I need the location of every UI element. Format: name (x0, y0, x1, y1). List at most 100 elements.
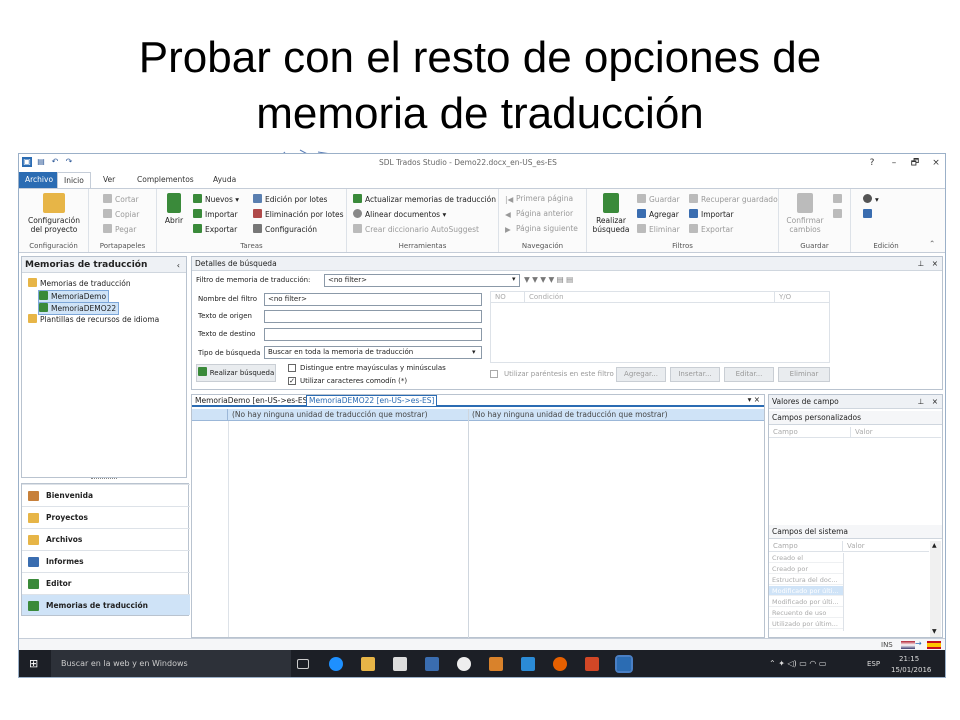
tree-root-tm[interactable]: Memorias de traducción (28, 278, 131, 289)
parentheses-checkbox[interactable] (490, 370, 498, 378)
clock-date[interactable]: 15/01/2016 (891, 665, 931, 675)
taskbar-search-box[interactable]: Buscar en la web y en Windows (51, 650, 291, 677)
trados-taskbar-icon[interactable] (615, 655, 633, 673)
delete-condition-button[interactable]: Eliminar (778, 367, 830, 382)
open-button[interactable]: Abrir (163, 193, 185, 225)
undo-icon[interactable]: ↶ (50, 157, 60, 167)
export-filter-button[interactable]: Exportar (689, 224, 733, 235)
replace-button[interactable] (863, 209, 875, 220)
chevron-down-icon[interactable]: ▾ (512, 274, 516, 284)
batch-edit-button[interactable]: Edición por lotes (253, 194, 327, 205)
nav-editor[interactable]: Editor (22, 572, 190, 593)
add-condition-button[interactable]: Agregar... (616, 367, 666, 382)
add-filter-button[interactable]: Agregar (637, 209, 679, 220)
scroll-down-icon[interactable]: ▼ (932, 627, 937, 637)
redo-icon[interactable]: ↷ (64, 157, 74, 167)
align-button[interactable]: Alinear documentos ▾ (353, 209, 446, 220)
scroll-up-icon[interactable]: ▲ (932, 541, 937, 551)
autosuggest-button[interactable]: Crear diccionario AutoSuggest (353, 224, 479, 235)
system-fields-scrollbar[interactable]: ▲ ▼ (930, 541, 941, 637)
save-filter-button[interactable]: Guardar (637, 194, 680, 205)
tab-addins[interactable]: Complementos (131, 172, 200, 188)
search-type-select[interactable]: Buscar en toda la memoria de traducción (264, 346, 482, 359)
perform-search-ribbon-button[interactable]: Realizar búsqueda (589, 193, 633, 234)
perform-search-button[interactable]: Realizar búsqueda (196, 364, 276, 382)
tab-memoriademo[interactable]: MemoriaDemo [en-US->es-ES] (195, 396, 310, 406)
nav-files[interactable]: Archivos (22, 528, 190, 549)
close-panel-icon[interactable]: × (932, 397, 938, 407)
task-view-icon[interactable] (297, 659, 309, 669)
find-button[interactable]: ▾ (863, 194, 879, 205)
firefox-icon[interactable] (553, 657, 567, 671)
discard-small-icon[interactable] (833, 209, 845, 220)
system-tray-icons[interactable]: ⌃ ✦ ◁) ▭ ◠ ▭ (769, 659, 827, 669)
tab-view[interactable]: Ver (97, 172, 121, 188)
store-icon[interactable] (393, 657, 407, 671)
delete-filter-button[interactable]: Eliminar (637, 224, 680, 235)
commit-changes-button[interactable]: Confirmar cambios (783, 193, 827, 234)
language-indicator[interactable]: ESP (867, 659, 880, 669)
system-fields-list[interactable]: Creado el Creado por Estructura del doc.… (769, 553, 929, 637)
collapse-ribbon-icon[interactable]: ⌃ (929, 239, 935, 249)
new-button[interactable]: Nuevos ▾ (193, 194, 239, 205)
import-filter-button[interactable]: Importar (689, 209, 734, 220)
nav-welcome[interactable]: Bienvenida (22, 484, 190, 505)
conditions-grid[interactable]: NO Condición Y/O (490, 291, 830, 363)
copy-button[interactable]: Copiar (103, 209, 139, 220)
source-text-input[interactable] (264, 310, 482, 323)
tab-home[interactable]: Inicio (57, 172, 91, 189)
filter-select[interactable]: <no filter> (324, 274, 520, 287)
wildcard-checkbox[interactable]: ✓ (288, 377, 296, 385)
tab-memoriademo22[interactable]: MemoriaDEMO22 [en-US->es-ES] (306, 395, 438, 407)
save-small-icon[interactable] (833, 194, 845, 205)
restore-icon[interactable]: 🗗 (908, 156, 922, 170)
close-panel-icon[interactable]: × (932, 259, 938, 269)
batch-delete-button[interactable]: Eliminación por lotes (253, 209, 344, 220)
copy-label: Copiar (115, 210, 140, 219)
cut-button[interactable]: Cortar (103, 194, 139, 205)
pin-icon[interactable]: ⊥ (917, 259, 924, 269)
app-icon-3[interactable] (521, 657, 535, 671)
next-page-button[interactable]: ▶ Página siguiente (505, 224, 578, 234)
edit-condition-button[interactable]: Editar... (724, 367, 774, 382)
filter-toolbar-icons[interactable]: ▼ ▼ ▼ ▼ ▤ ▤ (524, 275, 573, 285)
import-button[interactable]: Importar (193, 209, 238, 220)
pin-icon[interactable]: ⊥ (917, 397, 924, 407)
export-button[interactable]: Exportar (193, 224, 237, 235)
app-icon[interactable]: ▣ (22, 157, 32, 167)
first-page-button[interactable]: |◀ Primera página (505, 194, 573, 204)
media-icon[interactable] (489, 657, 503, 671)
prev-page-button[interactable]: ◀ Página anterior (505, 209, 573, 219)
app-icon-1[interactable] (425, 657, 439, 671)
splitter-handle[interactable] (91, 478, 117, 482)
app-icon-2[interactable] (457, 657, 471, 671)
paste-button[interactable]: Pegar (103, 224, 136, 235)
help-window-icon[interactable]: ? (865, 156, 879, 170)
tree-item-templates[interactable]: Plantillas de recursos de idioma (28, 314, 159, 325)
nav-reports[interactable]: Informes (22, 550, 190, 571)
tab-help[interactable]: Ayuda (207, 172, 242, 188)
filter-name-input[interactable]: <no filter> (264, 293, 482, 306)
recover-filter-button[interactable]: Recuperar guardado (689, 194, 778, 205)
powerpoint-icon[interactable] (585, 657, 599, 671)
case-sensitive-checkbox[interactable] (288, 364, 296, 372)
chevron-down-icon[interactable]: ▾ (472, 347, 476, 357)
clock-time[interactable]: 21:15 (899, 654, 919, 664)
save-icon[interactable]: ▤ (36, 157, 46, 167)
target-text-input[interactable] (264, 328, 482, 341)
edge-icon[interactable] (329, 657, 343, 671)
minimize-icon[interactable]: – (887, 156, 901, 170)
nav-projects[interactable]: Proyectos (22, 506, 190, 527)
windows-start-icon[interactable]: ⊞ (29, 657, 43, 671)
tab-file[interactable]: Archivo (19, 172, 60, 188)
file-explorer-icon[interactable] (361, 657, 375, 671)
collapse-panel-icon[interactable]: ‹ (177, 261, 180, 271)
project-settings-button[interactable]: Configuración del proyecto (23, 193, 85, 234)
settings-button[interactable]: Configuración (253, 224, 317, 235)
close-icon[interactable]: × (929, 156, 943, 170)
update-tm-button[interactable]: Actualizar memorias de traducción (353, 194, 496, 205)
nav-translation-memories[interactable]: Memorias de traducción (22, 594, 190, 615)
results-row[interactable]: (No hay ninguna unidad de traducción que… (192, 409, 764, 639)
results-tab-controls[interactable]: ▾ × (748, 395, 760, 405)
insert-condition-button[interactable]: Insertar... (670, 367, 720, 382)
